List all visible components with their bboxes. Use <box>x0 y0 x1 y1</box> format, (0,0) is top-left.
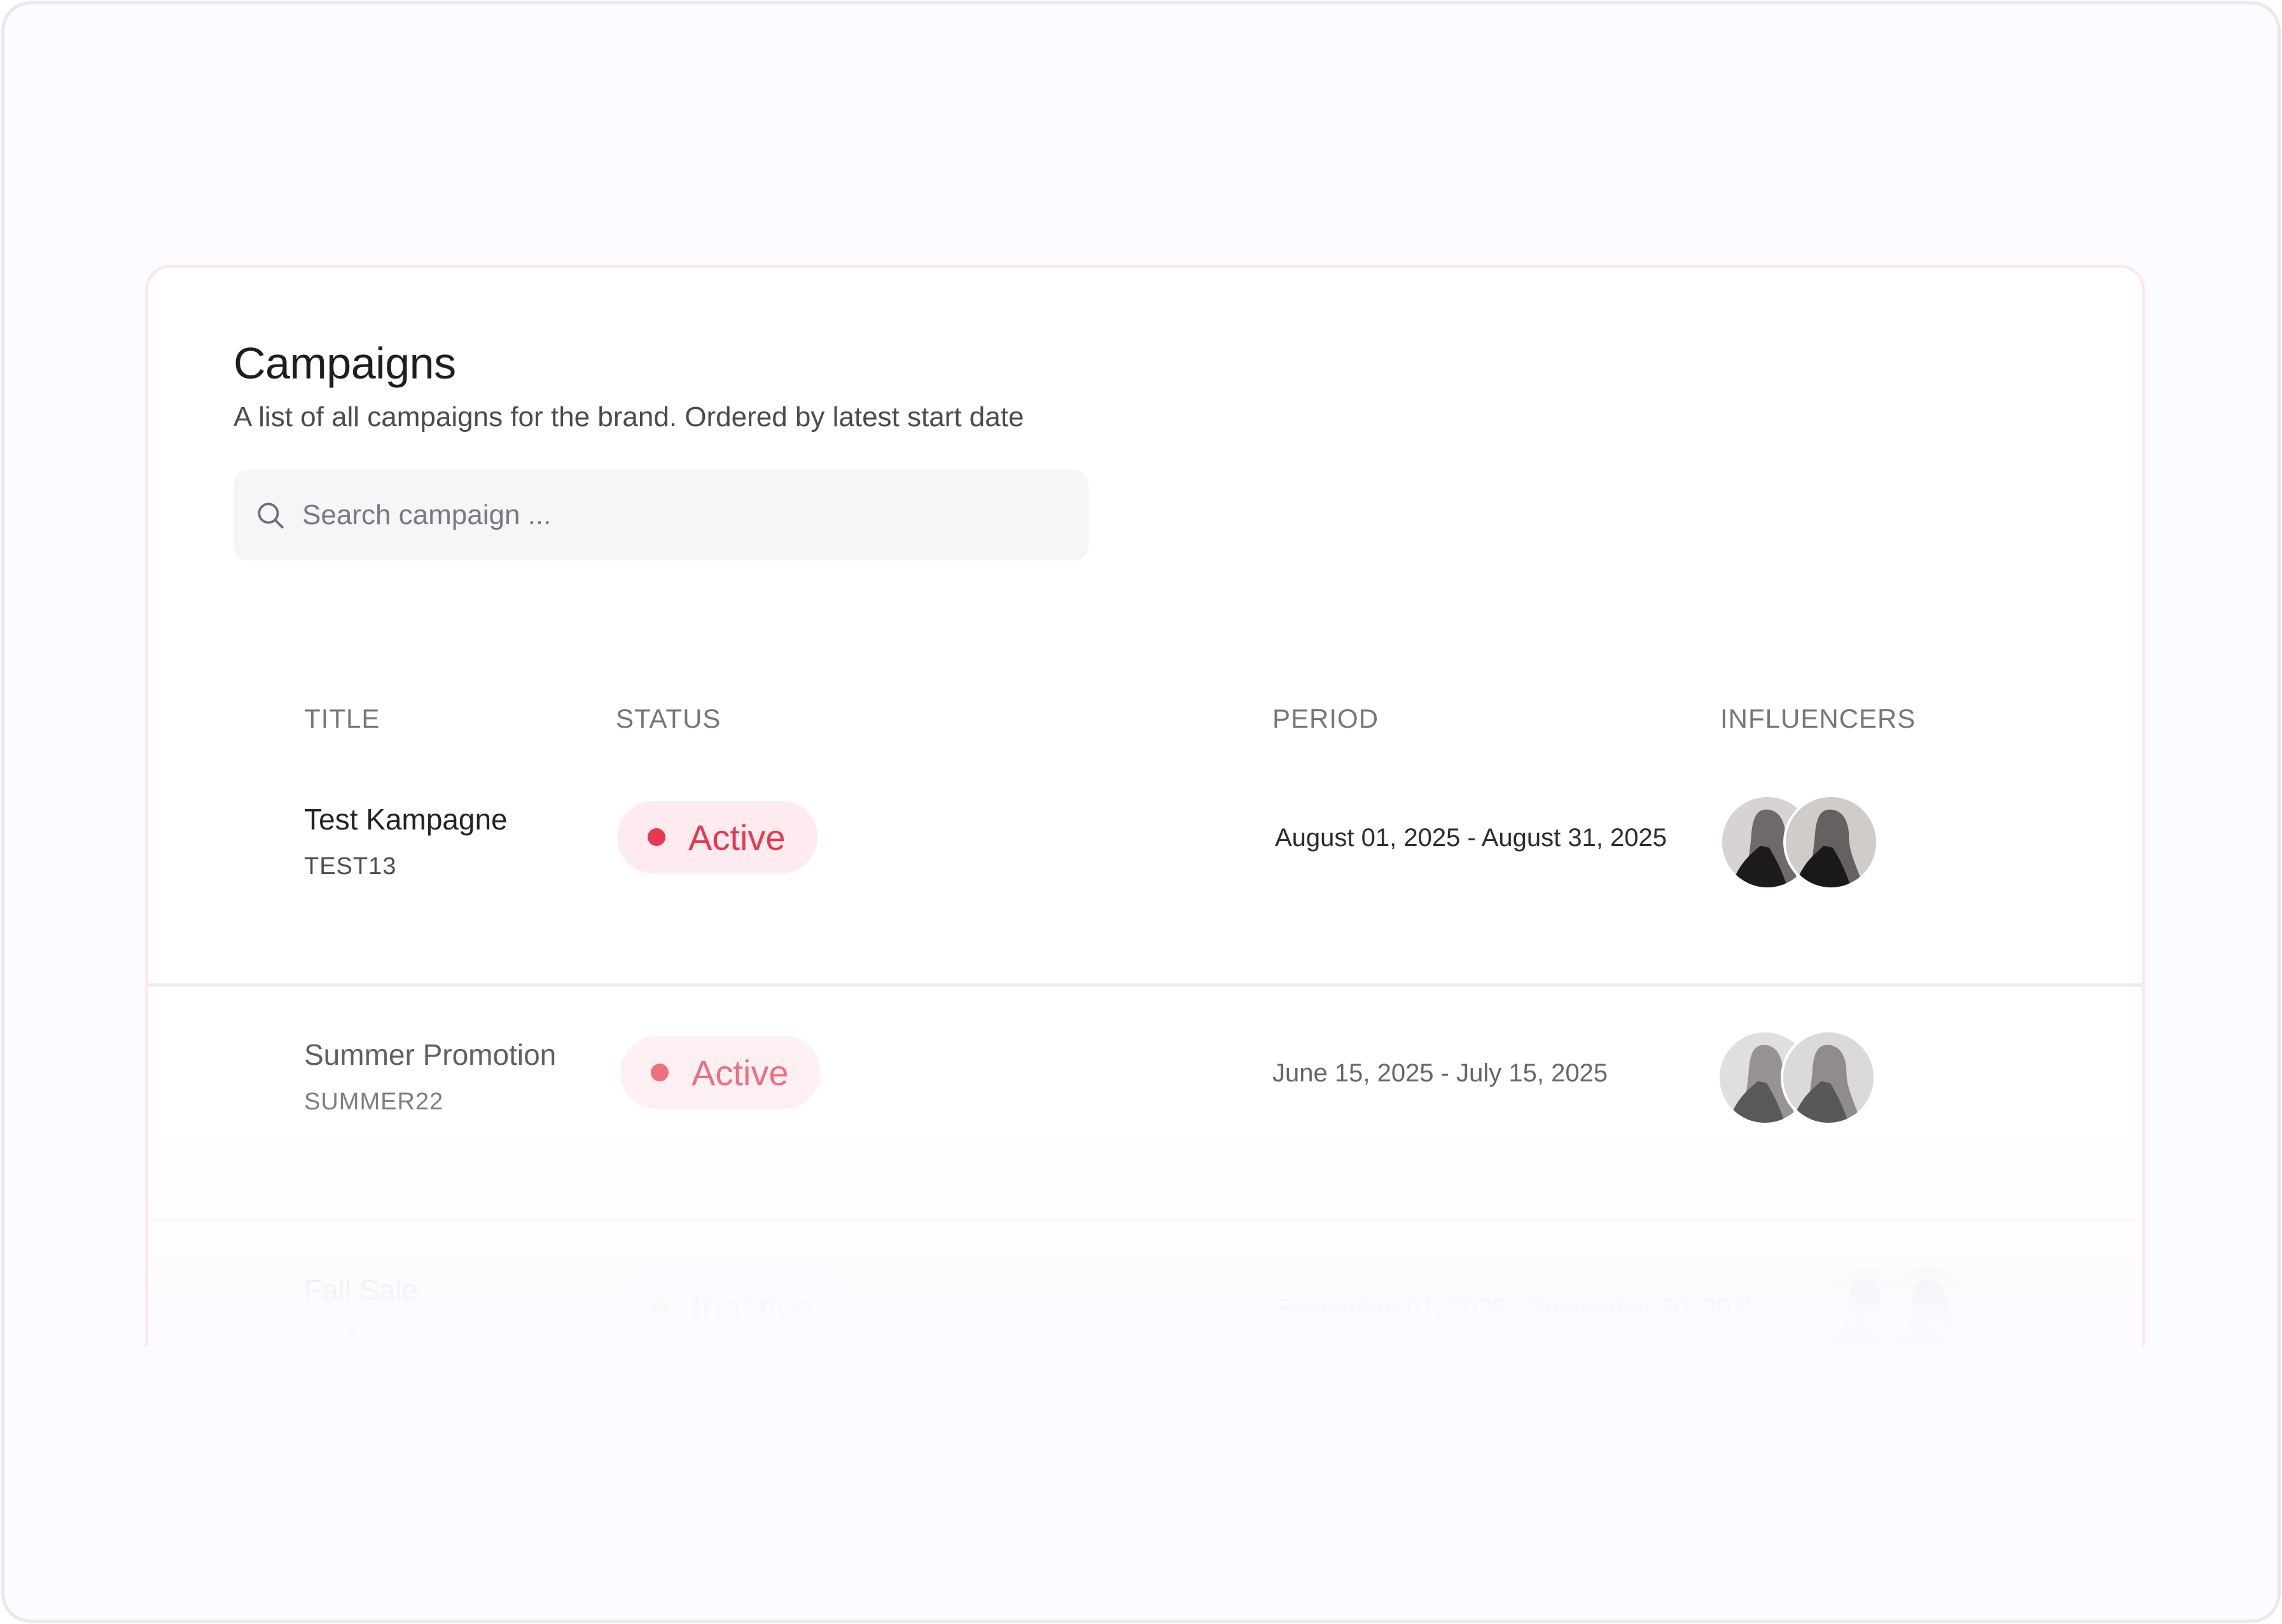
page-subtitle: A list of all campaigns for the brand. O… <box>233 401 1024 433</box>
campaign-period: June 15, 2025 - July 15, 2025 <box>1272 1059 1608 1087</box>
status-label: Active <box>688 817 786 857</box>
campaign-code: TEST13 <box>304 853 397 880</box>
column-header-period[interactable]: PERIOD <box>1272 704 1379 734</box>
status-badge: Active <box>617 801 817 873</box>
influencer-avatars[interactable] <box>1717 1030 1876 1125</box>
status-dot-icon <box>651 1064 669 1081</box>
status-badge: Inactive <box>620 1272 846 1344</box>
campaign-title: Test Kampagne <box>304 803 508 836</box>
campaign-code: FALL23 <box>304 1324 391 1346</box>
search-box[interactable] <box>233 470 1089 560</box>
search-icon <box>253 497 288 533</box>
status-badge: Active <box>620 1036 821 1109</box>
table-row[interactable]: Fall Sale FALL23 Inactive September 01, … <box>148 1222 2142 1346</box>
column-header-title[interactable]: TITLE <box>304 704 380 734</box>
avatar[interactable] <box>1781 1030 1876 1125</box>
status-label: Active <box>692 1052 789 1093</box>
campaign-period: August 01, 2025 - August 31, 2025 <box>1275 824 1667 852</box>
campaign-code: SUMMER22 <box>304 1088 444 1115</box>
influencer-avatars[interactable] <box>1816 1265 1975 1346</box>
table-row[interactable]: Summer Promotion SUMMER22 Active June 15… <box>148 987 2142 1222</box>
status-dot-icon <box>648 828 665 846</box>
campaigns-card: Campaigns A list of all campaigns for th… <box>145 265 2145 1346</box>
influencer-avatars[interactable] <box>1720 795 1879 890</box>
status-label: Inactive <box>692 1287 814 1328</box>
column-header-influencers[interactable]: INFLUENCERS <box>1720 704 1916 734</box>
column-header-status[interactable]: STATUS <box>616 704 721 734</box>
campaign-title: Summer Promotion <box>304 1038 557 1071</box>
campaign-period: September 01, 2025 - September 30, 2025 <box>1275 1294 1759 1322</box>
table-row[interactable]: Test Kampagne TEST13 Active August 01, 2… <box>148 751 2142 987</box>
app-frame: Campaigns A list of all campaigns for th… <box>1 1 2281 1623</box>
avatar[interactable] <box>1783 795 1879 890</box>
status-dot-icon <box>651 1299 669 1317</box>
campaign-title: Fall Sale <box>304 1274 418 1307</box>
page-title: Campaigns <box>233 338 456 388</box>
search-input[interactable] <box>302 470 1089 560</box>
